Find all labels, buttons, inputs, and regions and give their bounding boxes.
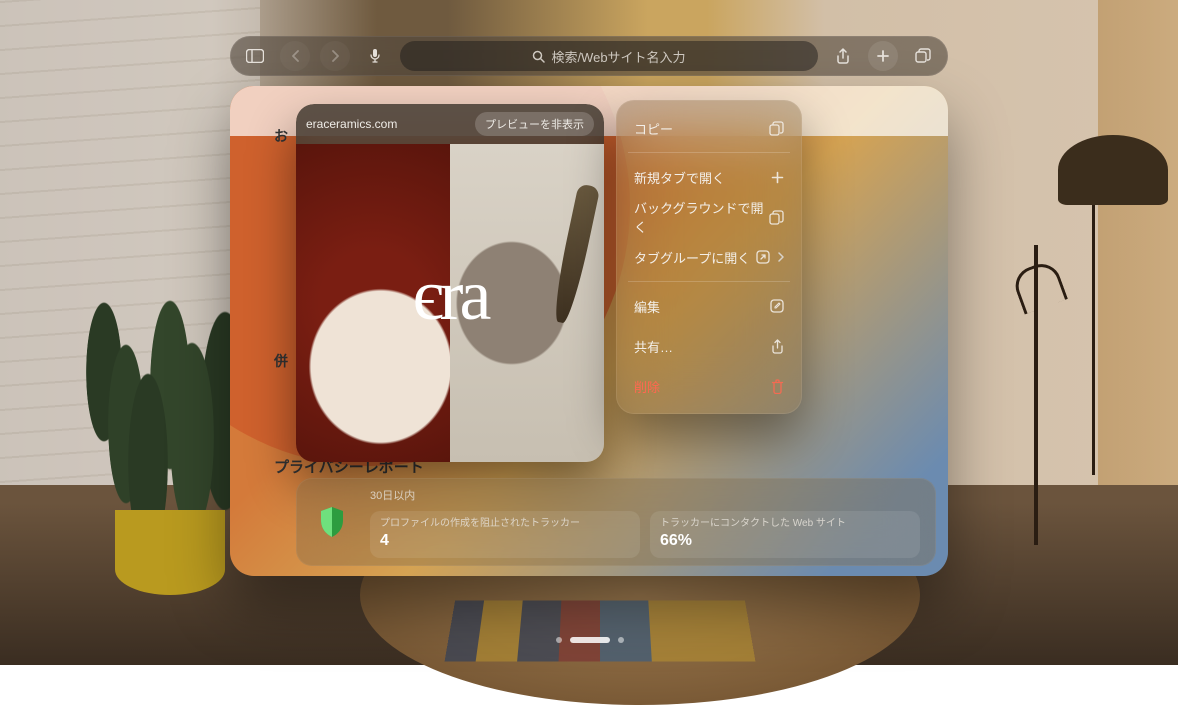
plus-icon	[771, 171, 784, 184]
coat-stand	[1034, 245, 1038, 545]
menu-label: 編集	[634, 297, 660, 316]
search-icon	[532, 50, 545, 63]
preview-url: eraceramics.com	[306, 117, 397, 131]
menu-copy[interactable]: コピー	[624, 108, 794, 148]
open-in-icon	[756, 250, 770, 264]
browser-toolbar: 検索/Webサイト名入力	[230, 36, 948, 76]
floor-lamp	[1048, 175, 1138, 535]
chevron-right-icon	[778, 252, 784, 262]
search-placeholder-text: 検索/Webサイト名入力	[551, 47, 685, 66]
preview-thumbnail: єra	[296, 144, 604, 462]
chevron-right-icon	[331, 50, 340, 62]
hide-preview-button[interactable]: プレビューを非表示	[475, 112, 594, 136]
page-dot[interactable]	[618, 637, 624, 643]
menu-separator	[628, 281, 790, 282]
stat-label: トラッカーにコンタクトした Web サイト	[660, 517, 910, 530]
chevron-left-icon	[291, 50, 300, 62]
page-dot[interactable]	[556, 637, 562, 643]
url-search-field[interactable]: 検索/Webサイト名入力	[400, 41, 818, 71]
privacy-stat-trackers[interactable]: プロファイルの作成を阻止されたトラッカー 4	[370, 511, 640, 558]
back-button[interactable]	[280, 41, 310, 71]
privacy-report-card[interactable]: 30日以内 プロファイルの作成を阻止されたトラッカー 4 トラッカーにコンタクト…	[296, 478, 936, 566]
edit-icon	[770, 299, 784, 313]
tabs-icon	[915, 48, 931, 64]
trash-icon	[771, 379, 784, 394]
copy-icon	[769, 121, 784, 136]
menu-open-background[interactable]: バックグラウンドで開く	[624, 197, 794, 237]
menu-delete[interactable]: 削除	[624, 366, 794, 406]
privacy-period-label: 30日以内	[370, 487, 920, 503]
menu-label: 新規タブで開く	[634, 168, 725, 187]
plant-pot	[115, 510, 225, 595]
menu-separator	[628, 152, 790, 153]
page-indicator[interactable]	[556, 596, 624, 683]
menu-label: タブグループに開く	[634, 248, 750, 267]
sidebar-toggle-button[interactable]	[240, 41, 270, 71]
menu-share[interactable]: 共有…	[624, 326, 794, 366]
share-icon	[836, 48, 850, 64]
microphone-icon	[369, 48, 381, 64]
stat-value: 66%	[660, 532, 910, 550]
menu-label: 削除	[634, 377, 660, 396]
stat-label: プロファイルの作成を阻止されたトラッカー	[380, 517, 630, 530]
menu-label: バックグラウンドで開く	[634, 198, 769, 236]
privacy-shield-icon	[312, 506, 352, 538]
page-dot-active[interactable]	[570, 637, 610, 643]
voice-input-button[interactable]	[360, 41, 390, 71]
bookmark-context-menu: コピー 新規タブで開く バックグラウンドで開く タブグループに開く 編集	[616, 100, 802, 414]
menu-label: 共有…	[634, 337, 673, 356]
menu-open-new-tab[interactable]: 新規タブで開く	[624, 157, 794, 197]
menu-open-tab-group[interactable]: タブグループに開く	[624, 237, 794, 277]
preview-logo-text: єra	[296, 254, 604, 337]
share-icon	[771, 339, 784, 354]
privacy-stat-websites[interactable]: トラッカーにコンタクトした Web サイト 66%	[650, 511, 920, 558]
sidebar-icon	[246, 49, 264, 63]
stat-value: 4	[380, 532, 630, 550]
stack-icon	[769, 210, 784, 225]
plus-icon	[876, 49, 890, 63]
bookmark-preview-card: eraceramics.com プレビューを非表示 єra	[296, 104, 604, 462]
preview-header: eraceramics.com プレビューを非表示	[296, 104, 604, 144]
side-label-fragment: 併	[274, 351, 288, 371]
new-tab-button[interactable]	[868, 41, 898, 71]
menu-label: コピー	[634, 119, 673, 138]
forward-button[interactable]	[320, 41, 350, 71]
menu-edit[interactable]: 編集	[624, 286, 794, 326]
tabs-overview-button[interactable]	[908, 41, 938, 71]
share-button[interactable]	[828, 41, 858, 71]
favorites-heading-fragment: お	[274, 126, 288, 146]
